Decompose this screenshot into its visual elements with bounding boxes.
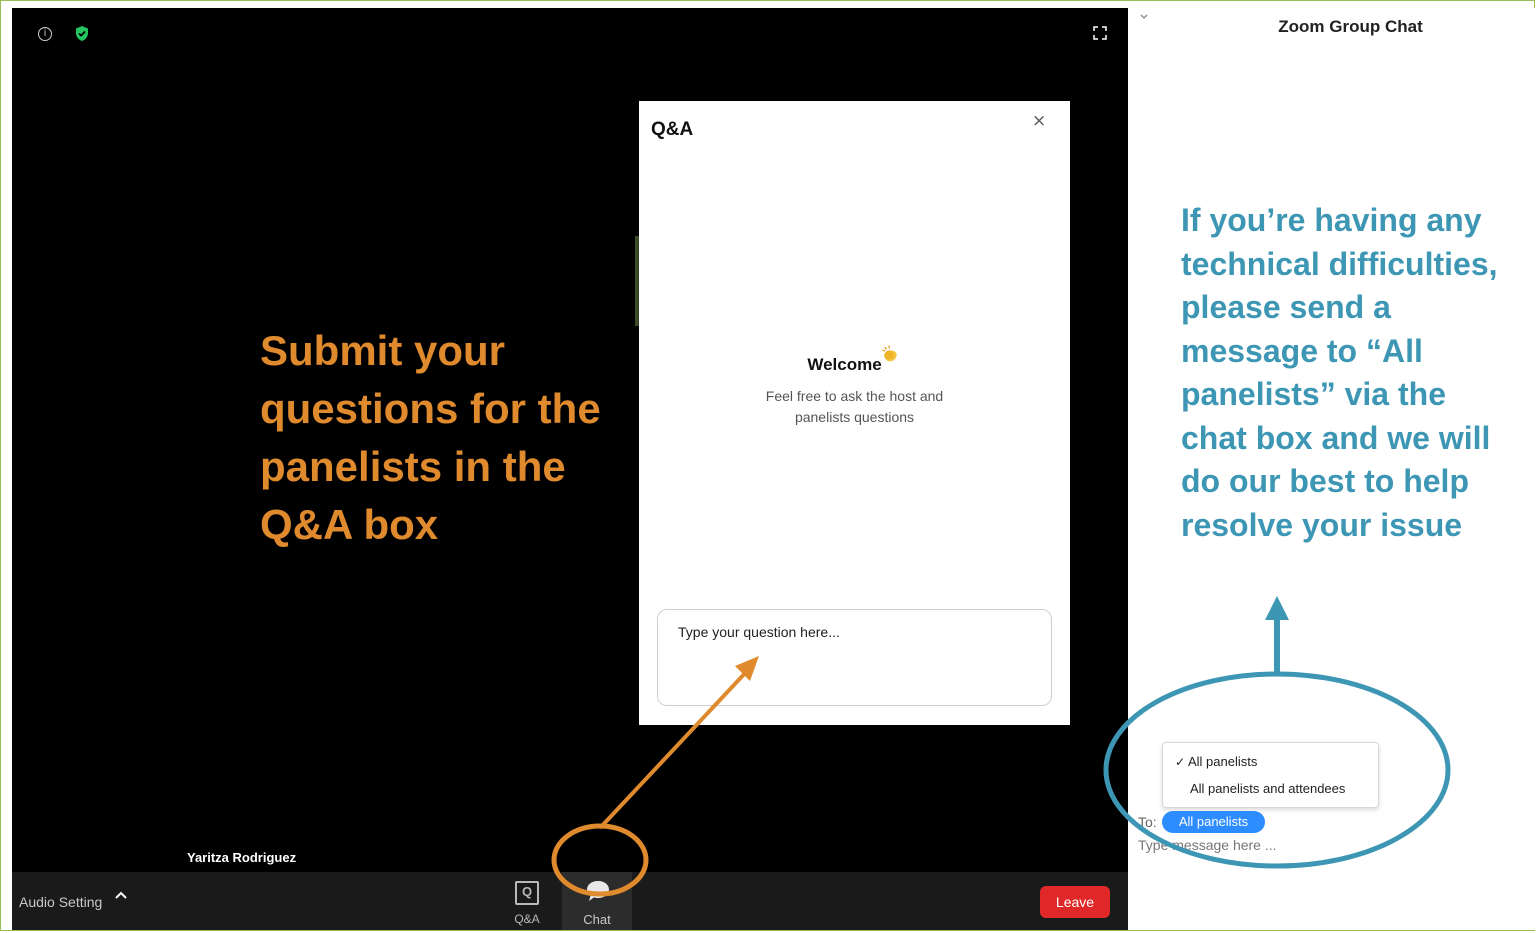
leave-button[interactable]: Leave (1040, 886, 1110, 918)
clapping-hands-icon (881, 345, 897, 362)
qa-instruction-callout: Submit your questions for the panelists … (260, 327, 601, 548)
qa-panel: Q&A × Welcome Feel free to ask the host … (639, 101, 1070, 725)
fullscreen-icon[interactable] (1093, 26, 1107, 40)
meeting-toolbar: Audio Setting Q Q&A Chat Leave (12, 872, 1128, 930)
recipient-option-all-panelists-attendees[interactable]: All panelists and attendees (1190, 781, 1345, 796)
chat-button-label: Chat (583, 912, 611, 927)
audio-setting-label[interactable]: Audio Setting (19, 894, 102, 910)
info-icon[interactable]: i (38, 27, 52, 41)
qa-button-label: Q&A (514, 912, 540, 926)
welcome-text: Welcome (807, 355, 882, 374)
chat-message-input[interactable]: Type message here ... (1138, 837, 1277, 853)
recipient-option-all-panelists[interactable]: ✓ All panelists (1175, 754, 1257, 769)
qa-icon: Q (515, 881, 539, 905)
qa-panel-title: Q&A (651, 119, 694, 140)
welcome-heading: Welcome (639, 344, 1070, 375)
to-label: To: (1138, 814, 1157, 830)
caret-up-icon[interactable] (114, 890, 128, 900)
check-icon: ✓ (1175, 755, 1186, 769)
chat-bubble-icon (587, 881, 609, 901)
recipient-dropdown: ✓ All panelists All panelists and attende… (1162, 742, 1379, 808)
tech-support-callout: If you’re having any technical difficult… (1181, 202, 1498, 543)
shield-check-icon[interactable] (74, 25, 90, 42)
chat-panel-title: Zoom Group Chat (1278, 17, 1423, 36)
recipient-option-label: All panelists (1188, 754, 1258, 769)
chat-button[interactable]: Chat (562, 872, 632, 930)
question-input[interactable]: Type your question here... (657, 609, 1052, 706)
welcome-subtitle: Feel free to ask the host and panelists … (765, 388, 944, 425)
close-icon[interactable]: × (1032, 111, 1046, 131)
qa-button[interactable]: Q Q&A (502, 872, 552, 930)
recipient-selector[interactable]: All panelists (1162, 811, 1265, 833)
participant-name: Yaritza Rodriguez (187, 850, 297, 865)
